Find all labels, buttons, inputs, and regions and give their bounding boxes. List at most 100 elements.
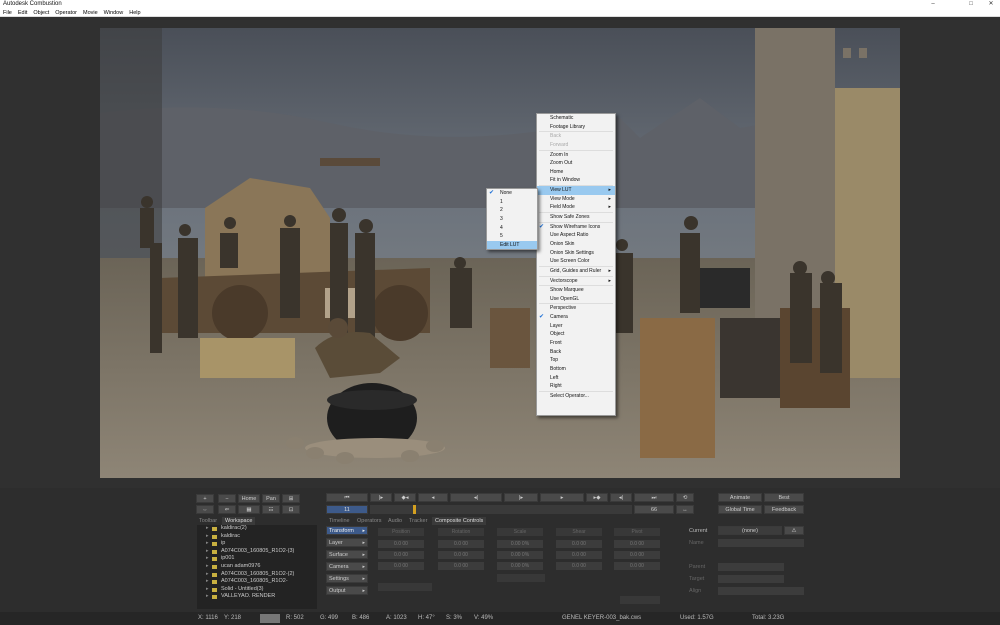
- menu-movie[interactable]: Movie: [80, 9, 101, 17]
- parent-select[interactable]: [718, 563, 784, 571]
- expand-icon[interactable]: ▸: [206, 563, 209, 571]
- param-field[interactable]: 0.00 0%: [497, 562, 543, 570]
- expand-icon[interactable]: ▸: [206, 578, 209, 586]
- expand-icon[interactable]: ▸: [206, 540, 209, 548]
- expand-icon[interactable]: ▸: [206, 533, 209, 541]
- film-frame[interactable]: [100, 28, 900, 478]
- lut-item-5[interactable]: 5: [487, 232, 537, 241]
- menu-help[interactable]: Help: [126, 9, 143, 17]
- loop-icon[interactable]: ⟲: [676, 493, 694, 502]
- play-icon[interactable]: ▸: [540, 493, 584, 502]
- expand-icon[interactable]: ▸: [206, 586, 209, 594]
- tab-toolbar[interactable]: Toolbar: [196, 517, 220, 525]
- tab-tracker[interactable]: Tracker: [406, 517, 430, 525]
- menu-item-use-opengl[interactable]: Use OpenGL: [537, 295, 615, 304]
- param-field[interactable]: 0.0 00: [614, 551, 660, 559]
- step-back-icon[interactable]: ◂|: [450, 493, 502, 502]
- current-link-icon[interactable]: ⚠: [784, 526, 804, 535]
- frame-icon[interactable]: ⊡: [282, 505, 300, 514]
- tree-item[interactable]: ▸ A074C003_160805_R1O2-: [197, 578, 317, 586]
- menu-operator[interactable]: Operator: [52, 9, 80, 17]
- menu-item-object[interactable]: Object: [537, 330, 615, 339]
- side-button-transform[interactable]: Transform ▸: [326, 526, 368, 535]
- expand-icon[interactable]: ▸: [206, 555, 209, 563]
- proportional-button[interactable]: [497, 574, 545, 582]
- param-field[interactable]: 0.00 0%: [497, 551, 543, 559]
- menu-item-zoom-out[interactable]: Zoom Out: [537, 159, 615, 168]
- expand-icon[interactable]: ▸: [206, 593, 209, 601]
- param-field[interactable]: 0.0 00: [556, 540, 602, 548]
- menu-item-bottom[interactable]: Bottom: [537, 365, 615, 374]
- tree-item[interactable]: ▸ kaldirac: [197, 533, 317, 541]
- tree-item[interactable]: ▸ ip001: [197, 555, 317, 563]
- menu-item-grid-guides-and-ruler[interactable]: Grid, Guides and Ruler ▸: [537, 267, 615, 276]
- lut-item-1[interactable]: 1: [487, 198, 537, 207]
- go-start-icon[interactable]: ⏮: [326, 493, 368, 502]
- param-field[interactable]: 0.0 00: [378, 540, 424, 548]
- side-button-settings[interactable]: Settings ▸: [326, 574, 368, 583]
- param-field[interactable]: 0.0 00: [438, 551, 484, 559]
- view-lut-submenu[interactable]: None ✔ 1 2 3 4 5 Edit LUT: [486, 188, 538, 250]
- viewport-context-menu[interactable]: Schematic Footage Library Back Forward Zoom …: [536, 113, 616, 416]
- lut-item-2[interactable]: 2: [487, 206, 537, 215]
- expand-icon[interactable]: ▸: [206, 571, 209, 579]
- range-icon[interactable]: ↔: [676, 505, 694, 514]
- param-field[interactable]: 0.0 00: [614, 562, 660, 570]
- next-key-icon[interactable]: ▸◆: [586, 493, 608, 502]
- tab-audio[interactable]: Audio: [385, 517, 405, 525]
- current-frame-field[interactable]: 11: [326, 505, 368, 514]
- close-icon[interactable]: ✕: [982, 0, 1000, 9]
- menu-window[interactable]: Window: [101, 9, 127, 17]
- menu-item-vectorscope[interactable]: Vectorscope ▸: [537, 277, 615, 286]
- menu-item-select-operator[interactable]: Select Operator...: [537, 392, 615, 401]
- play-reverse-icon[interactable]: ◂: [418, 493, 448, 502]
- param-field[interactable]: 0.0 00: [556, 562, 602, 570]
- go-end-icon[interactable]: ⏭: [634, 493, 674, 502]
- lut-item-edit-lut[interactable]: Edit LUT: [487, 240, 537, 250]
- tree-item[interactable]: ▸ ip: [197, 540, 317, 548]
- menu-item-view-lut[interactable]: View LUT ▸: [537, 186, 615, 195]
- menu-item-back[interactable]: Back: [537, 348, 615, 357]
- pan-button[interactable]: Pan: [262, 494, 280, 503]
- mark-out-icon[interactable]: ◂|: [610, 493, 632, 502]
- maximize-icon[interactable]: □: [962, 0, 980, 9]
- global-time-button[interactable]: Global Time: [718, 505, 762, 514]
- mark-in-icon[interactable]: |▸: [370, 493, 392, 502]
- animate-button[interactable]: Animate: [718, 493, 762, 502]
- tab-operators[interactable]: Operators: [354, 517, 384, 525]
- step-icon[interactable]: ⇐: [218, 505, 236, 514]
- lut-item-4[interactable]: 4: [487, 224, 537, 233]
- menu-item-field-mode[interactable]: Field Mode ▸: [537, 203, 615, 212]
- menu-item-show-wireframe-icons[interactable]: Show Wireframe Icons ✔: [537, 223, 615, 232]
- tab-workspace[interactable]: Workspace: [222, 517, 256, 525]
- home-button[interactable]: Home: [238, 494, 260, 503]
- align-field[interactable]: [718, 587, 804, 595]
- tab-composite-controls[interactable]: Composite Controls: [432, 517, 487, 525]
- tree-item[interactable]: ▸ Solid - Untitled(3): [197, 586, 317, 594]
- display-icon[interactable]: ▦: [238, 505, 260, 514]
- expand-icon[interactable]: ▸: [206, 548, 209, 556]
- lut-item-none[interactable]: None ✔: [487, 189, 537, 198]
- param-field[interactable]: 0.0 00: [378, 562, 424, 570]
- menu-item-top[interactable]: Top: [537, 356, 615, 365]
- layout-icon[interactable]: ⊞: [282, 494, 300, 503]
- tree-item[interactable]: ▸ VALLEYAO. RENDER: [197, 593, 317, 601]
- menu-object[interactable]: Object: [30, 9, 52, 17]
- param-field[interactable]: 0.0 00: [438, 540, 484, 548]
- tree-item[interactable]: ▸ A074C003_160805_R1O2-(3): [197, 548, 317, 556]
- minimize-icon[interactable]: –: [924, 0, 942, 9]
- menu-item-zoom-in[interactable]: Zoom In: [537, 151, 615, 160]
- menu-item-left[interactable]: Left: [537, 374, 615, 383]
- menu-file[interactable]: File: [0, 9, 15, 17]
- quality-button[interactable]: Best: [764, 493, 804, 502]
- param-field[interactable]: 0.0 00: [556, 551, 602, 559]
- menu-item-camera[interactable]: Camera ✔: [537, 313, 615, 322]
- feedback-button[interactable]: Feedback: [764, 505, 804, 514]
- menu-item-home[interactable]: Home: [537, 168, 615, 177]
- workspace-tree[interactable]: ▸ kaldirac(2) ▸ kaldirac ▸ ip ▸ A074C003_160805…: [197, 525, 317, 609]
- expand-icon[interactable]: ▸: [206, 525, 209, 533]
- tree-item[interactable]: ▸ kaldirac(2): [197, 525, 317, 533]
- tree-item[interactable]: ▸ A074C003_160805_R1O2-(2): [197, 571, 317, 579]
- param-field[interactable]: 0.0 00: [378, 551, 424, 559]
- name-field[interactable]: [718, 539, 804, 547]
